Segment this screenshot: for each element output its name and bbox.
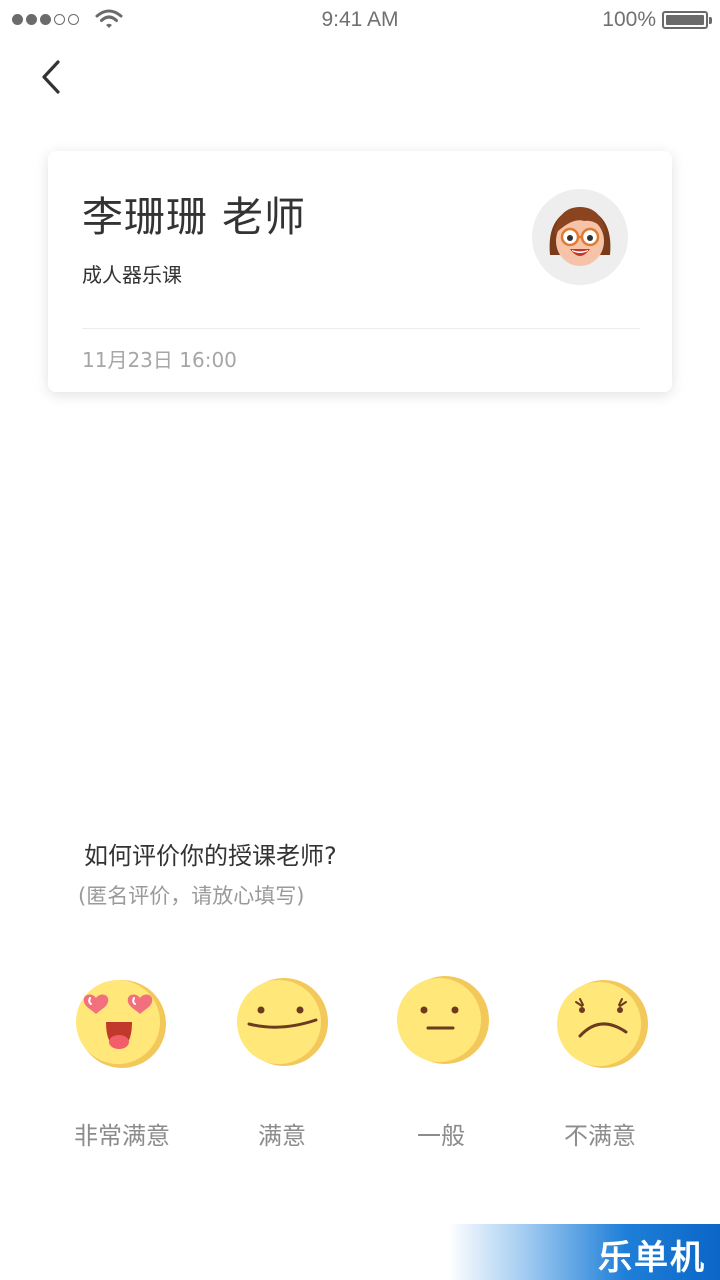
heart-eyes-face-icon xyxy=(76,980,166,1068)
battery-icon xyxy=(662,11,712,29)
rating-option-neutral[interactable]: 一般 xyxy=(371,970,511,1150)
watermark-text: 乐单机 xyxy=(598,1238,706,1278)
battery-percentage: 100% xyxy=(602,8,656,31)
rating-option-very-satisfied[interactable]: 非常满意 xyxy=(52,970,192,1150)
neutral-face-icon xyxy=(397,976,489,1064)
teacher-avatar-icon xyxy=(549,207,611,266)
rating-option-unsatisfied[interactable]: 不满意 xyxy=(530,970,670,1150)
watermark: 乐单机 xyxy=(448,1224,720,1280)
course-name: 成人器乐课 xyxy=(82,263,182,287)
chevron-left-icon xyxy=(42,60,60,94)
rating-hint: (匿名评价，请放心填写) xyxy=(78,884,305,908)
class-time: 11月23日 16:00 xyxy=(82,348,237,372)
smiling-face-icon xyxy=(237,978,328,1066)
rating-option-satisfied[interactable]: 满意 xyxy=(212,970,352,1150)
rating-option-label: 一般 xyxy=(417,1122,465,1150)
rating-options: 非常满意 满意 一般 不满意 xyxy=(0,970,720,1160)
teacher-name: 李珊珊 老师 xyxy=(82,193,307,241)
card-divider xyxy=(82,328,640,329)
teacher-avatar xyxy=(532,189,628,285)
frowning-face-icon xyxy=(557,980,648,1068)
rating-question: 如何评价你的授课老师? xyxy=(84,842,337,870)
back-button[interactable] xyxy=(28,54,74,100)
status-bar: 9:41 AM 100% xyxy=(0,0,720,40)
rating-option-label: 满意 xyxy=(258,1122,306,1150)
rating-option-label: 不满意 xyxy=(564,1122,636,1150)
teacher-card: 李珊珊 老师 成人器乐课 11月23日 16:00 xyxy=(48,151,672,392)
rating-option-label: 非常满意 xyxy=(74,1122,170,1150)
